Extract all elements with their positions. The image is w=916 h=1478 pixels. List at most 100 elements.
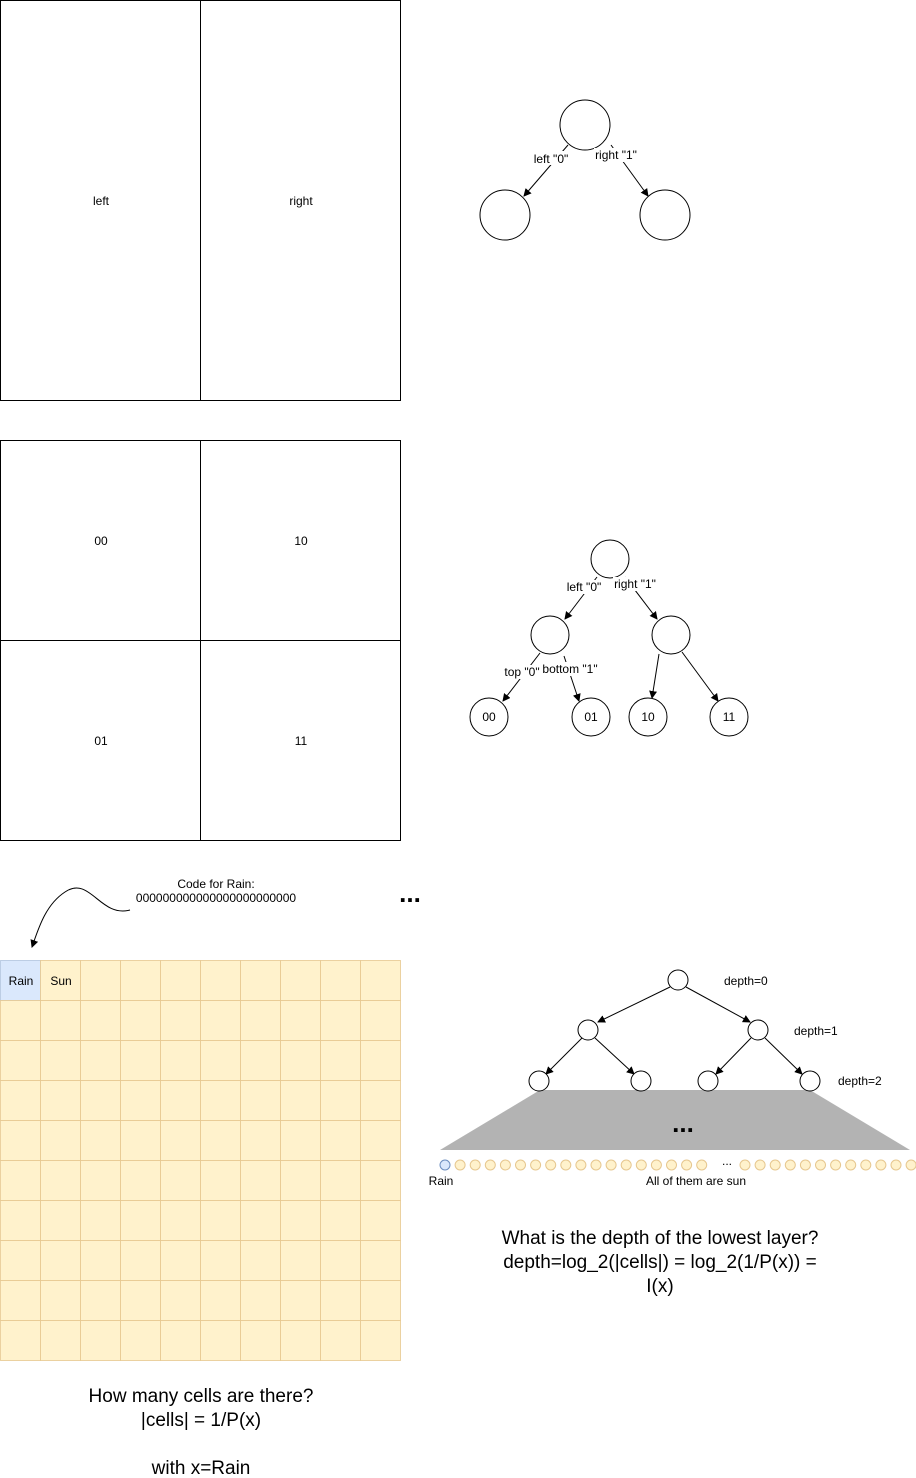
tree2-edge-top-label: top "0" xyxy=(504,665,539,679)
sun-cell xyxy=(320,1320,361,1361)
sun-cell xyxy=(0,1120,41,1161)
sun-cell xyxy=(320,1240,361,1281)
trapezoid-ellipsis: ... xyxy=(672,1108,694,1138)
tree1-right-node xyxy=(639,189,691,241)
sun-cell xyxy=(160,1160,201,1201)
diagram-canvas: left right left "0" right "1" 00 10 01 1… xyxy=(0,0,916,1478)
sun-cell xyxy=(200,1000,241,1041)
sun-cell xyxy=(360,1280,401,1321)
sun-cell xyxy=(240,1040,281,1081)
sun-cell xyxy=(120,1120,161,1161)
sun-leaf xyxy=(890,1159,902,1171)
sun-cell xyxy=(120,1080,161,1121)
sun-cell xyxy=(120,1240,161,1281)
tree1-edge-right-label: right "1" xyxy=(595,148,637,162)
sun-leaf xyxy=(666,1159,677,1171)
sun-cell xyxy=(240,1160,281,1201)
tree2-leaf-00-label: 00 xyxy=(482,710,496,724)
sun-leaf xyxy=(754,1159,766,1171)
rain-cell-label: Rain xyxy=(9,974,34,988)
tree2-edge-right-label: right "1" xyxy=(614,577,656,591)
sun-cell xyxy=(80,1120,121,1161)
tree2-edge-r10 xyxy=(649,653,660,699)
section2-tree: 00 01 10 11 left "0" right "1" top "0" b… xyxy=(469,539,749,737)
tree2-root xyxy=(590,539,630,579)
sun-cell xyxy=(280,1160,321,1201)
tree1-edge-left-label: left "0" xyxy=(534,152,569,166)
sun-cell xyxy=(240,1120,281,1161)
sun-cell xyxy=(200,1160,241,1201)
sun-cell xyxy=(40,1040,81,1081)
sun-leaf xyxy=(590,1159,602,1171)
sun-cell xyxy=(280,960,321,1001)
tree3-depth1-left xyxy=(577,1019,599,1041)
sun-cell xyxy=(280,1280,321,1321)
sun-leaves-label: All of them are sun xyxy=(646,1174,746,1188)
tree3-depth2-node xyxy=(697,1070,719,1092)
sun-cell xyxy=(320,1160,361,1201)
diagram-svg: left right left "0" right "1" 00 10 01 1… xyxy=(0,0,916,1478)
sun-cell xyxy=(280,1120,321,1161)
deep-tree: ... depth=0 depth=1 depth=2 xyxy=(440,969,910,1150)
sun-cell xyxy=(360,1160,401,1201)
depth0-label: depth=0 xyxy=(724,974,768,988)
code-title: Code for Rain: xyxy=(177,877,254,891)
sun-cell xyxy=(160,1240,201,1281)
depth-question-line1: What is the depth of the lowest layer? xyxy=(502,1228,819,1249)
sun-leaf xyxy=(515,1159,526,1171)
sun-cell xyxy=(80,1200,121,1241)
cells-question-line2: |cells| = 1/P(x) xyxy=(141,1410,261,1431)
sun-cell xyxy=(160,1200,201,1241)
sun-cell xyxy=(160,1280,201,1321)
sun-cell xyxy=(240,1080,281,1121)
tree3-edge-root-right xyxy=(685,986,751,1023)
sun-leaf xyxy=(484,1159,496,1171)
sun-cell xyxy=(120,1160,161,1201)
tree3-depth2-node xyxy=(630,1070,652,1092)
grid-cell-01-label: 01 xyxy=(94,734,108,748)
sun-cell xyxy=(120,1040,161,1081)
cells-question-line3: with x=Rain xyxy=(151,1458,251,1478)
sun-cell xyxy=(240,1280,281,1321)
tree3-depth2-node xyxy=(528,1070,550,1092)
tree2-leaf-10-label: 10 xyxy=(641,710,655,724)
sun-cell xyxy=(40,1200,81,1241)
sun-cell xyxy=(200,1040,241,1081)
sun-cell xyxy=(360,1000,401,1041)
sun-cell xyxy=(120,960,161,1001)
sun-cell xyxy=(0,1000,41,1041)
tree2-leaf-11-label: 11 xyxy=(723,710,736,724)
sun-cell xyxy=(240,1320,281,1361)
sun-cell xyxy=(40,1080,81,1121)
sun-cell xyxy=(200,1120,241,1161)
sun-cell xyxy=(320,1120,361,1161)
tree2-edge-left-label: left "0" xyxy=(567,580,602,594)
sun-cell xyxy=(240,960,281,1001)
sun-cell xyxy=(80,1320,121,1361)
tree3-depth1-right xyxy=(747,1019,769,1041)
section3-ellipsis: ... xyxy=(399,878,421,908)
tree2-right-node xyxy=(651,615,691,655)
tree2-left-node xyxy=(530,615,570,655)
leaf-row-labels: ... Rain All of them are sun xyxy=(429,1154,746,1188)
sun-leaf xyxy=(620,1159,632,1171)
sun-cell xyxy=(280,1040,321,1081)
sun-cell xyxy=(240,1200,281,1241)
grid-cell-11-label: 11 xyxy=(295,734,308,748)
sun-cell xyxy=(40,1000,81,1041)
leaf-row xyxy=(439,1159,916,1171)
depth-question: What is the depth of the lowest layer? d… xyxy=(502,1228,819,1297)
sun-cell xyxy=(0,1280,41,1321)
tree3-edge-root-left xyxy=(597,986,671,1023)
code-value: 000000000000000000000000 xyxy=(136,891,296,905)
sun-cell xyxy=(360,1120,401,1161)
sun-cell xyxy=(0,1040,41,1081)
right-half-label: right xyxy=(289,194,313,208)
sun-cell xyxy=(80,1280,121,1321)
sun-cell xyxy=(280,1200,321,1241)
grid-cell-10-label: 10 xyxy=(294,534,308,548)
tree1-root xyxy=(559,99,611,151)
sun-cell xyxy=(80,960,121,1001)
code-pointer-arrow xyxy=(30,887,131,948)
sun-cell xyxy=(80,1080,121,1121)
